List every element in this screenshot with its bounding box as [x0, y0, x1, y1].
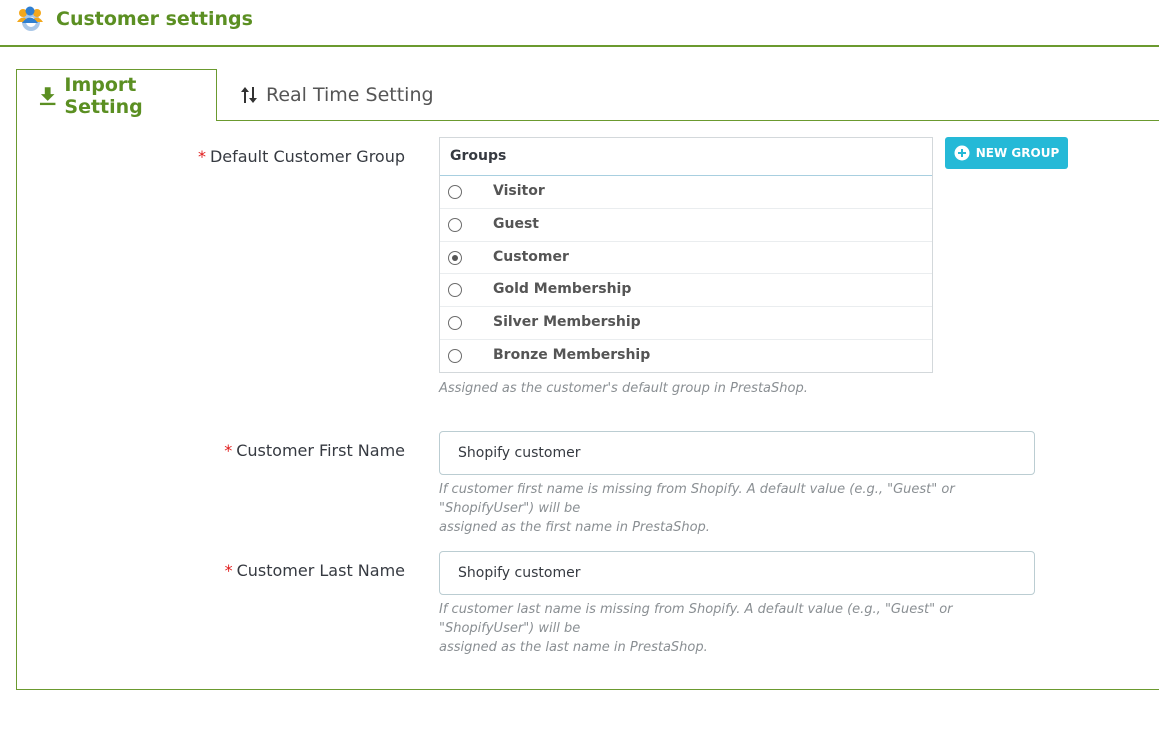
- last-name-help-line: assigned as the last name in PrestaShop.: [439, 640, 708, 655]
- default-group-help: Assigned as the customer's default group…: [439, 381, 808, 396]
- sync-arrows-icon: [241, 87, 257, 103]
- group-name: Guest: [493, 215, 539, 232]
- groups-table-header: Groups: [440, 138, 932, 176]
- group-radio-silver-membership[interactable]: [448, 316, 462, 331]
- required-marker: *: [224, 561, 233, 580]
- page-title: Customer settings: [56, 8, 253, 30]
- group-row-visitor[interactable]: Visitor: [440, 176, 932, 209]
- first-name-help-line: If customer first name is missing from S…: [439, 482, 955, 516]
- groups-table: Groups Visitor Guest Customer Gold Membe…: [439, 137, 933, 373]
- group-radio-gold-membership[interactable]: [448, 283, 462, 298]
- group-name: Customer: [493, 248, 569, 265]
- download-icon: [39, 86, 56, 105]
- customer-last-name-input[interactable]: [439, 551, 1035, 595]
- group-row-silver-membership[interactable]: Silver Membership: [440, 307, 932, 340]
- last-name-help: If customer last name is missing from Sh…: [439, 600, 1039, 657]
- group-radio-bronze-membership[interactable]: [448, 348, 462, 363]
- page-header: Customer settings: [0, 0, 1159, 47]
- default-customer-group-label: * Default Customer Group: [198, 147, 405, 166]
- customer-first-name-input[interactable]: [439, 431, 1035, 475]
- tab-real-time-setting-label: Real Time Setting: [266, 84, 434, 106]
- customer-last-name-label: * Customer Last Name: [225, 561, 405, 580]
- group-radio-guest[interactable]: [448, 217, 462, 232]
- required-marker: *: [197, 147, 206, 166]
- tab-import-setting[interactable]: Import Setting: [16, 69, 217, 121]
- group-row-gold-membership[interactable]: Gold Membership: [440, 274, 932, 308]
- first-name-help: If customer first name is missing from S…: [439, 480, 1039, 537]
- last-name-help-line: If customer last name is missing from Sh…: [439, 602, 953, 636]
- tab-import-setting-label: Import Setting: [64, 73, 143, 118]
- group-radio-customer[interactable]: [448, 250, 462, 265]
- group-radio-visitor[interactable]: [448, 185, 462, 199]
- new-group-button[interactable]: NEW GROUP: [945, 137, 1068, 169]
- group-name: Visitor: [493, 183, 545, 199]
- group-row-customer[interactable]: Customer: [440, 242, 932, 275]
- group-name: Bronze Membership: [493, 346, 651, 363]
- required-marker: *: [224, 441, 233, 460]
- plus-circle-icon: [954, 145, 970, 161]
- group-name: Silver Membership: [493, 314, 641, 331]
- group-row-bronze-membership[interactable]: Bronze Membership: [440, 340, 932, 373]
- customers-gear-icon: [17, 6, 43, 31]
- customer-first-name-label: * Customer First Name: [224, 441, 405, 460]
- customer-last-name-label-text: Customer Last Name: [236, 561, 405, 580]
- customer-first-name-label-text: Customer First Name: [236, 441, 405, 460]
- new-group-button-label: NEW GROUP: [975, 146, 1060, 160]
- group-name: Gold Membership: [493, 281, 632, 298]
- first-name-help-line: assigned as the first name in PrestaShop…: [439, 520, 710, 535]
- group-row-guest[interactable]: Guest: [440, 209, 932, 242]
- tab-real-time-setting[interactable]: Real Time Setting: [238, 69, 458, 121]
- default-customer-group-label-text: Default Customer Group: [209, 147, 405, 166]
